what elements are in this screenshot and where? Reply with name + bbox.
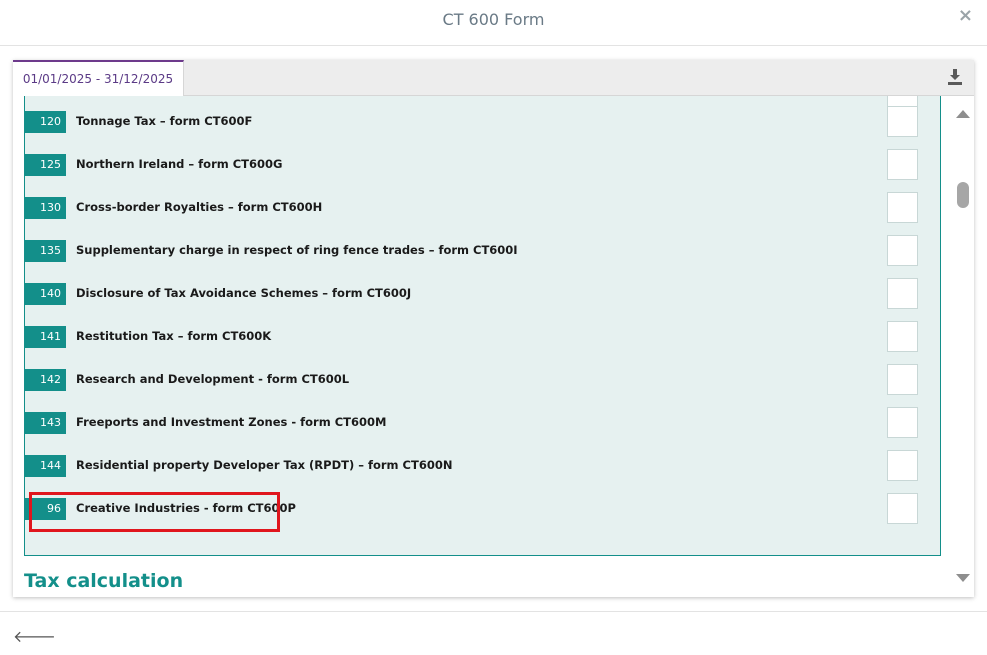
item-label: Tonnage Tax – form CT600F (76, 114, 253, 128)
close-icon[interactable]: × (958, 5, 973, 26)
item-label: Research and Development - form CT600L (76, 372, 350, 386)
checkbox[interactable] (887, 321, 918, 352)
scrollbar-thumb[interactable] (957, 182, 969, 208)
list-item: 135 Supplementary charge in respect of r… (25, 228, 940, 271)
supplementary-pages-list: 120 Tonnage Tax – form CT600F 125 Northe… (24, 96, 941, 556)
item-label: Disclosure of Tax Avoidance Schemes – fo… (76, 286, 412, 300)
checkbox[interactable] (887, 493, 918, 524)
scroll-down-icon[interactable] (956, 574, 970, 582)
box-number: 143 (25, 412, 66, 434)
list-item: 120 Tonnage Tax – form CT600F (25, 99, 940, 142)
item-label: Supplementary charge in respect of ring … (76, 243, 518, 257)
checkbox[interactable] (887, 192, 918, 223)
period-tab-bar: 01/01/2025 - 31/12/2025 (13, 60, 974, 97)
box-number: 144 (25, 455, 66, 477)
box-number: 140 (25, 283, 66, 305)
section-title-tax-calculation: Tax calculation (24, 570, 184, 592)
download-icon[interactable] (948, 69, 962, 85)
list-item: 141 Restitution Tax – form CT600K (25, 314, 940, 357)
checkbox[interactable] (887, 364, 918, 395)
scroll-up-icon[interactable] (956, 110, 970, 118)
box-number: 142 (25, 369, 66, 391)
modal-header: CT 600 Form × (0, 0, 987, 46)
tab-period[interactable]: 01/01/2025 - 31/12/2025 (13, 60, 184, 97)
checkbox[interactable] (887, 278, 918, 309)
checkbox[interactable] (887, 450, 918, 481)
checkbox[interactable] (887, 235, 918, 266)
modal-title: CT 600 Form (442, 10, 545, 29)
scrollbar[interactable] (954, 96, 974, 597)
item-label: Restitution Tax – form CT600K (76, 329, 272, 343)
list-item: 142 Research and Development - form CT60… (25, 357, 940, 400)
list-item: 125 Northern Ireland – form CT600G (25, 142, 940, 185)
box-number: 130 (25, 197, 66, 219)
list-item: 130 Cross-border Royalties – form CT600H (25, 185, 940, 228)
box-number: 135 (25, 240, 66, 262)
list-item: 140 Disclosure of Tax Avoidance Schemes … (25, 271, 940, 314)
checkbox[interactable] (887, 407, 918, 438)
box-number: 120 (25, 111, 66, 133)
back-arrow-icon[interactable]: 🡐 (13, 626, 56, 646)
item-label: Residential property Developer Tax (RPDT… (76, 458, 453, 472)
highlight-box (29, 492, 280, 532)
box-number: 141 (25, 326, 66, 348)
list-item: 143 Freeports and Investment Zones - for… (25, 400, 940, 443)
form-content: 120 Tonnage Tax – form CT600F 125 Northe… (13, 96, 974, 597)
item-label: Freeports and Investment Zones - form CT… (76, 415, 387, 429)
checkbox[interactable] (887, 106, 918, 137)
ct600-form-modal: CT 600 Form × 01/01/2025 - 31/12/2025 12… (0, 0, 987, 655)
item-label: Cross-border Royalties – form CT600H (76, 200, 323, 214)
list-item: 144 Residential property Developer Tax (… (25, 443, 940, 486)
box-number: 125 (25, 154, 66, 176)
form-panel: 01/01/2025 - 31/12/2025 120 Tonnage Tax … (13, 60, 974, 597)
item-label: Northern Ireland – form CT600G (76, 157, 283, 171)
modal-footer: 🡐 (0, 611, 987, 655)
checkbox[interactable] (887, 149, 918, 180)
